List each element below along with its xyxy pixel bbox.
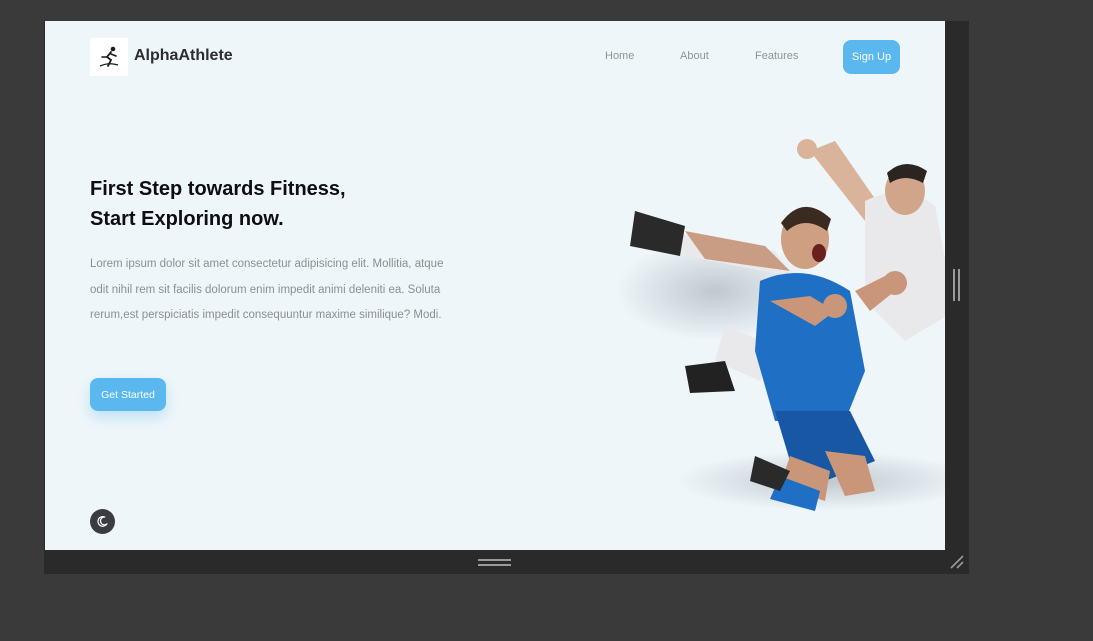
nav-features-link[interactable]: Features — [755, 50, 798, 62]
brand-name[interactable]: AlphaAthlete — [134, 47, 233, 65]
vertical-resize-handle[interactable] — [953, 269, 960, 301]
theme-toggle-button[interactable] — [90, 509, 115, 534]
page-viewport: AlphaAthlete Home About Features Sign Up… — [45, 21, 945, 550]
brand-logo[interactable] — [90, 38, 128, 76]
nav-about-link[interactable]: About — [680, 50, 709, 62]
resize-corner-icon[interactable] — [948, 553, 964, 569]
moon-icon — [97, 516, 108, 527]
get-started-button[interactable]: Get Started — [90, 378, 166, 411]
runner-logo-icon — [99, 46, 119, 67]
hero-description: Lorem ipsum dolor sit amet consectetur a… — [90, 258, 444, 321]
sign-up-button[interactable]: Sign Up — [843, 40, 900, 74]
horizontal-resize-handle[interactable] — [478, 559, 511, 566]
hero-title: First Step towards Fitness, Start Explor… — [90, 174, 346, 234]
hero-title-line-2: Start Exploring now. — [90, 208, 284, 230]
hero-title-line-1: First Step towards Fitness, — [90, 178, 346, 200]
browser-frame: AlphaAthlete Home About Features Sign Up… — [44, 21, 969, 574]
hero-image-soccer-players — [615, 139, 945, 511]
nav-home-link[interactable]: Home — [605, 50, 634, 62]
